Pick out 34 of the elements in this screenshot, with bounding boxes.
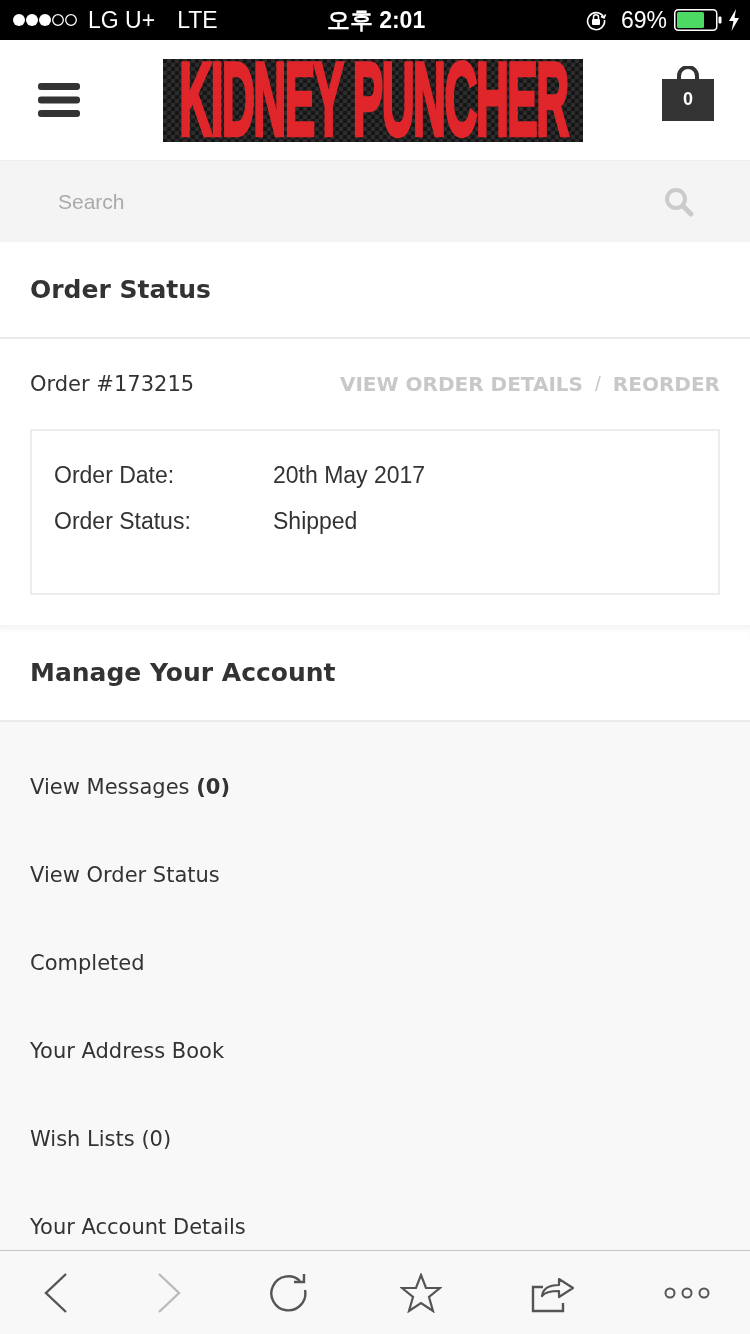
cart-count: 0 [662, 78, 714, 121]
status-time: 오후 2:01 [326, 5, 426, 35]
detail-label: Order Date: [54, 461, 176, 490]
carrier-name: LG U+ [88, 6, 156, 34]
more-icon [663, 1286, 710, 1299]
account-menu-item[interactable]: Wish Lists (0) [30, 1127, 172, 1151]
bag-handle-icon [676, 65, 700, 79]
network-type: LTE [177, 6, 218, 34]
battery-percent: 69% [620, 6, 667, 34]
rotation-lock-icon [584, 9, 607, 31]
more-button[interactable] [663, 1286, 710, 1299]
account-menu-item[interactable]: View Order Status [30, 863, 220, 887]
signal-dots-icon [12, 13, 78, 27]
account-menu-item[interactable]: View Messages (0) [30, 775, 230, 799]
battery-icon [674, 9, 722, 31]
account-menu-item[interactable]: Your Address Book [30, 1039, 225, 1063]
detail-value: 20th May 2017 [273, 461, 427, 490]
detail-value: Shipped [273, 507, 359, 536]
forward-icon [157, 1272, 182, 1313]
link-separator: / [595, 372, 601, 396]
charging-bolt-icon [728, 9, 740, 31]
menu-icon[interactable] [38, 83, 80, 117]
order-number: Order #173215 [30, 372, 195, 396]
section-title: Manage Your Account [30, 658, 336, 687]
account-menu-item[interactable]: Completed [30, 951, 145, 975]
section-title: Order Status [30, 275, 211, 304]
star-icon [399, 1272, 442, 1313]
cart-button[interactable]: 0 [662, 65, 714, 121]
account-menu-item[interactable]: Your Account Details [30, 1215, 246, 1239]
search-field[interactable]: Search [0, 161, 750, 242]
star-button[interactable] [399, 1272, 442, 1313]
back-button[interactable] [44, 1272, 68, 1313]
detail-label: Order Status: [54, 507, 192, 536]
back-icon [44, 1272, 68, 1313]
